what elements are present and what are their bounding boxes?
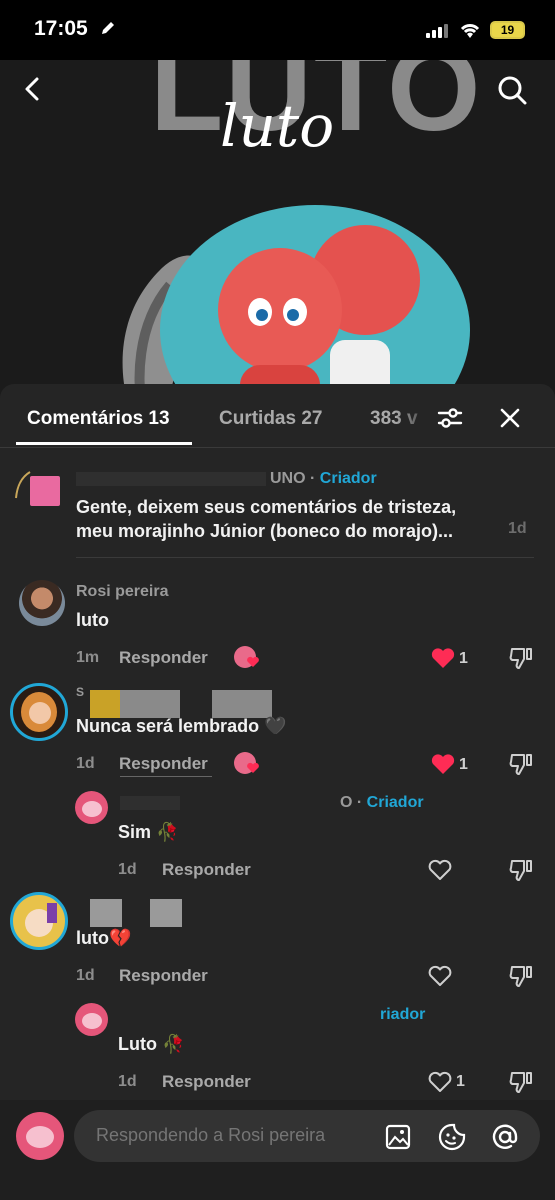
comment-time: 1d (76, 755, 95, 772)
reply-button[interactable]: Responder (119, 754, 208, 774)
status-bar: 17:05 19 (0, 0, 555, 60)
tab-underline (16, 442, 192, 445)
mini-heart-icon (247, 656, 259, 667)
image-icon[interactable] (384, 1123, 412, 1151)
heart-filled-icon[interactable] (430, 646, 456, 670)
dislike-icon[interactable] (508, 1069, 534, 1095)
redacted-name (120, 796, 180, 810)
sheet-tabs: Comentários 13 Curtidas 27 383 v (0, 384, 555, 448)
comment-text: luto💔 (76, 928, 132, 948)
comment-text: Nunca será lembrado 🖤 (76, 716, 287, 734)
creator-avatar[interactable] (75, 791, 108, 824)
reply-button[interactable]: Responder (162, 860, 251, 880)
video-title-script: luto (220, 92, 335, 160)
wifi-icon (460, 24, 480, 38)
creator-label: riador (380, 1006, 426, 1023)
battery-icon: 19 (490, 21, 525, 39)
comment-time: 1d (76, 967, 95, 984)
heart-outline-icon[interactable] (427, 1070, 453, 1094)
comment-input-pill[interactable] (74, 1110, 540, 1162)
reply-time: 1d (118, 1073, 137, 1090)
mention-icon[interactable] (490, 1122, 520, 1152)
redacted-name (90, 899, 122, 927)
video-artwork (122, 205, 470, 400)
dislike-icon[interactable] (508, 963, 534, 989)
user-avatar-live[interactable] (10, 892, 68, 950)
pencil-icon (102, 22, 114, 34)
clock: 17:05 (34, 17, 88, 40)
tab-likes[interactable]: Curtidas 27 (219, 408, 322, 430)
comment-input-bar (0, 1100, 555, 1200)
close-icon[interactable] (496, 404, 524, 432)
user-avatar[interactable] (19, 580, 65, 626)
tab-fade (395, 394, 435, 440)
heart-outline-icon[interactable] (427, 964, 453, 988)
comment-text: luto (76, 610, 109, 630)
user-avatar-live[interactable] (10, 683, 68, 741)
reply-button[interactable]: Responder (162, 1072, 251, 1092)
filter-icon[interactable] (436, 404, 464, 432)
reply-author[interactable]: O · Criador (340, 794, 424, 812)
back-arrow-icon[interactable] (18, 74, 48, 104)
heart-outline-icon[interactable] (427, 858, 453, 882)
redacted-name (150, 899, 182, 927)
reply-time: 1d (118, 861, 137, 878)
pinned-text-line1: Gente, deixem seus comentários de triste… (76, 497, 457, 517)
like-count: 1 (456, 1073, 465, 1090)
like-count: 1 (459, 756, 468, 773)
reply-button[interactable]: Responder (119, 648, 208, 668)
emoji-sticker-icon[interactable] (437, 1122, 467, 1152)
reply-text: Luto 🥀 (118, 1034, 185, 1054)
pinned-text-line2: meu morajinho Júnior (boneco do morajo).… (76, 521, 454, 541)
pinned-time: 1d (508, 520, 527, 537)
pinned-author: UNO · Criador (270, 470, 377, 487)
reply-button[interactable]: Responder (119, 966, 208, 986)
dislike-icon[interactable] (508, 857, 534, 883)
my-avatar[interactable] (16, 1112, 64, 1160)
dislike-icon[interactable] (508, 645, 534, 671)
comment-author[interactable]: Rosi pereira (76, 583, 168, 601)
comment-author[interactable]: S (76, 685, 84, 699)
divider (76, 557, 534, 558)
heart-filled-icon[interactable] (430, 752, 456, 776)
redacted-name (76, 472, 266, 486)
creator-avatar[interactable] (75, 1003, 108, 1036)
like-count: 1 (459, 650, 468, 667)
search-icon[interactable] (496, 74, 528, 106)
signal-icon (426, 24, 448, 38)
reply-text: Sim 🥀 (118, 822, 179, 842)
video-background[interactable]: LUTO luto (0, 60, 555, 400)
dislike-icon[interactable] (508, 751, 534, 777)
tab-comments[interactable]: Comentários 13 (27, 408, 170, 430)
comment-time: 1m (76, 649, 100, 666)
comment-input[interactable] (96, 1125, 366, 1146)
reply-underline (120, 776, 212, 777)
mini-heart-icon (247, 762, 259, 773)
creator-avatar[interactable] (30, 476, 60, 506)
